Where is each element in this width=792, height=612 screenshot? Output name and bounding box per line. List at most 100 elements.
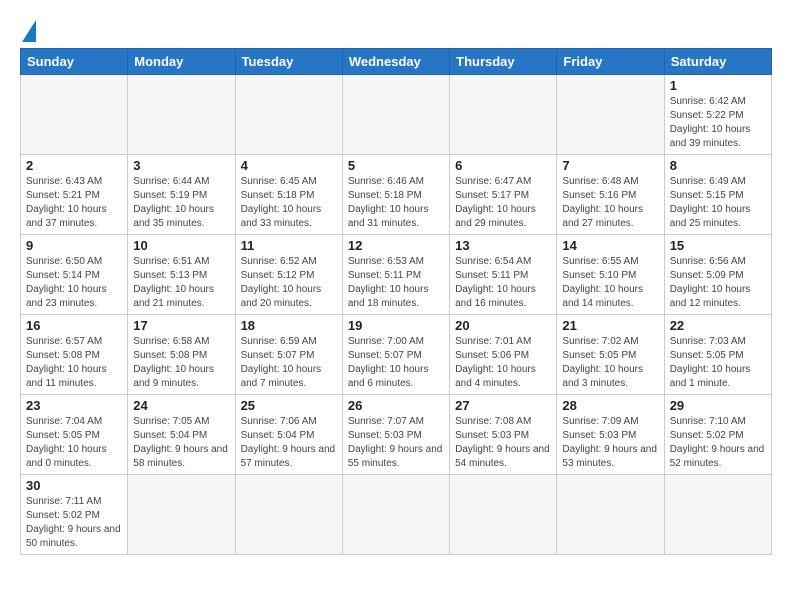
day-number: 1 [670,78,766,93]
calendar-day-cell: 6 Sunrise: 6:47 AM Sunset: 5:17 PM Daylig… [450,155,557,235]
weekday-header-friday: Friday [557,49,664,75]
calendar-week-row: 1 Sunrise: 6:42 AM Sunset: 5:22 PM Daylig… [21,75,772,155]
day-info: Sunrise: 6:59 AM Sunset: 5:07 PM Dayligh… [241,335,337,391]
day-number: 15 [670,238,766,253]
calendar-day-cell [128,75,235,155]
day-info: Sunrise: 7:03 AM Sunset: 5:05 PM Dayligh… [670,335,766,391]
calendar-day-cell: 19 Sunrise: 7:00 AM Sunset: 5:07 PM Dayli… [342,315,449,395]
day-info: Sunrise: 7:00 AM Sunset: 5:07 PM Dayligh… [348,335,444,391]
calendar-day-cell [664,475,771,555]
calendar-day-cell [450,75,557,155]
day-number: 10 [133,238,229,253]
calendar-day-cell: 5Sunrise: 6:46 AM Sunset: 5:18 PM Daylig… [342,155,449,235]
logo [20,16,36,40]
weekday-header-thursday: Thursday [450,49,557,75]
calendar-day-cell: 25 Sunrise: 7:06 AM Sunset: 5:04 PM Dayli… [235,395,342,475]
weekday-header-row: SundayMondayTuesdayWednesdayThursdayFrid… [21,49,772,75]
calendar-day-cell: 16 Sunrise: 6:57 AM Sunset: 5:08 PM Dayli… [21,315,128,395]
calendar-day-cell: 3Sunrise: 6:44 AM Sunset: 5:19 PM Daylig… [128,155,235,235]
calendar-day-cell: 13 Sunrise: 6:54 AM Sunset: 5:11 PM Dayli… [450,235,557,315]
day-info: Sunrise: 6:54 AM Sunset: 5:11 PM Dayligh… [455,255,551,311]
calendar-day-cell: 18 Sunrise: 6:59 AM Sunset: 5:07 PM Dayli… [235,315,342,395]
day-info: Sunrise: 7:08 AM Sunset: 5:03 PM Dayligh… [455,415,551,471]
calendar-day-cell: 15 Sunrise: 6:56 AM Sunset: 5:09 PM Dayli… [664,235,771,315]
day-info: Sunrise: 6:57 AM Sunset: 5:08 PM Dayligh… [26,335,122,391]
day-info: Sunrise: 7:05 AM Sunset: 5:04 PM Dayligh… [133,415,229,471]
weekday-header-sunday: Sunday [21,49,128,75]
day-number: 24 [133,398,229,413]
calendar-day-cell: 8 Sunrise: 6:49 AM Sunset: 5:15 PM Daylig… [664,155,771,235]
day-info: Sunrise: 6:56 AM Sunset: 5:09 PM Dayligh… [670,255,766,311]
day-number: 26 [348,398,444,413]
calendar-day-cell: 23 Sunrise: 7:04 AM Sunset: 5:05 PM Dayli… [21,395,128,475]
day-info: Sunrise: 6:58 AM Sunset: 5:08 PM Dayligh… [133,335,229,391]
day-number: 16 [26,318,122,333]
day-info: Sunrise: 6:49 AM Sunset: 5:15 PM Dayligh… [670,175,766,231]
calendar-day-cell: 17 Sunrise: 6:58 AM Sunset: 5:08 PM Dayli… [128,315,235,395]
day-number: 23 [26,398,122,413]
calendar-week-row: 2Sunrise: 6:43 AM Sunset: 5:21 PM Daylig… [21,155,772,235]
day-info: Sunrise: 7:06 AM Sunset: 5:04 PM Dayligh… [241,415,337,471]
weekday-header-saturday: Saturday [664,49,771,75]
day-number: 21 [562,318,658,333]
calendar-day-cell: 27 Sunrise: 7:08 AM Sunset: 5:03 PM Dayli… [450,395,557,475]
day-info: Sunrise: 6:53 AM Sunset: 5:11 PM Dayligh… [348,255,444,311]
calendar-week-row: 9 Sunrise: 6:50 AM Sunset: 5:14 PM Daylig… [21,235,772,315]
weekday-header-wednesday: Wednesday [342,49,449,75]
day-info: Sunrise: 6:46 AM Sunset: 5:18 PM Dayligh… [348,175,444,231]
day-info: Sunrise: 7:09 AM Sunset: 5:03 PM Dayligh… [562,415,658,471]
day-info: Sunrise: 6:47 AM Sunset: 5:17 PM Dayligh… [455,175,551,231]
day-info: Sunrise: 7:02 AM Sunset: 5:05 PM Dayligh… [562,335,658,391]
calendar-day-cell [235,75,342,155]
calendar-week-row: 16 Sunrise: 6:57 AM Sunset: 5:08 PM Dayli… [21,315,772,395]
day-number: 22 [670,318,766,333]
day-number: 28 [562,398,658,413]
calendar-day-cell: 4Sunrise: 6:45 AM Sunset: 5:18 PM Daylig… [235,155,342,235]
calendar-day-cell: 21 Sunrise: 7:02 AM Sunset: 5:05 PM Dayli… [557,315,664,395]
day-number: 7 [562,158,658,173]
calendar-day-cell [557,75,664,155]
calendar-day-cell: 20Sunrise: 7:01 AM Sunset: 5:06 PM Dayli… [450,315,557,395]
day-number: 9 [26,238,122,253]
day-number: 6 [455,158,551,173]
calendar-day-cell: 24 Sunrise: 7:05 AM Sunset: 5:04 PM Dayli… [128,395,235,475]
day-number: 4 [241,158,337,173]
day-info: Sunrise: 7:10 AM Sunset: 5:02 PM Dayligh… [670,415,766,471]
day-info: Sunrise: 7:04 AM Sunset: 5:05 PM Dayligh… [26,415,122,471]
day-number: 12 [348,238,444,253]
day-info: Sunrise: 6:52 AM Sunset: 5:12 PM Dayligh… [241,255,337,311]
calendar-day-cell: 29Sunrise: 7:10 AM Sunset: 5:02 PM Dayli… [664,395,771,475]
calendar-day-cell: 10 Sunrise: 6:51 AM Sunset: 5:13 PM Dayli… [128,235,235,315]
calendar-day-cell: 26Sunrise: 7:07 AM Sunset: 5:03 PM Dayli… [342,395,449,475]
calendar-day-cell: 30 Sunrise: 7:11 AM Sunset: 5:02 PM Dayli… [21,475,128,555]
day-number: 25 [241,398,337,413]
day-number: 2 [26,158,122,173]
calendar-day-cell: 11 Sunrise: 6:52 AM Sunset: 5:12 PM Dayli… [235,235,342,315]
day-number: 14 [562,238,658,253]
day-info: Sunrise: 6:51 AM Sunset: 5:13 PM Dayligh… [133,255,229,311]
day-number: 13 [455,238,551,253]
calendar-day-cell [557,475,664,555]
calendar-day-cell: 22 Sunrise: 7:03 AM Sunset: 5:05 PM Dayli… [664,315,771,395]
calendar-day-cell [128,475,235,555]
weekday-header-monday: Monday [128,49,235,75]
day-number: 30 [26,478,122,493]
calendar-day-cell: 9 Sunrise: 6:50 AM Sunset: 5:14 PM Daylig… [21,235,128,315]
calendar-table: SundayMondayTuesdayWednesdayThursdayFrid… [20,48,772,555]
day-number: 18 [241,318,337,333]
day-info: Sunrise: 6:42 AM Sunset: 5:22 PM Dayligh… [670,95,766,151]
calendar-day-cell: 1 Sunrise: 6:42 AM Sunset: 5:22 PM Daylig… [664,75,771,155]
day-number: 17 [133,318,229,333]
calendar-day-cell [235,475,342,555]
day-info: Sunrise: 6:55 AM Sunset: 5:10 PM Dayligh… [562,255,658,311]
day-info: Sunrise: 6:50 AM Sunset: 5:14 PM Dayligh… [26,255,122,311]
day-info: Sunrise: 7:11 AM Sunset: 5:02 PM Dayligh… [26,495,122,551]
day-number: 11 [241,238,337,253]
day-number: 20 [455,318,551,333]
day-number: 27 [455,398,551,413]
calendar-day-cell [342,475,449,555]
day-number: 3 [133,158,229,173]
day-number: 8 [670,158,766,173]
day-number: 19 [348,318,444,333]
calendar-day-cell: 7Sunrise: 6:48 AM Sunset: 5:16 PM Daylig… [557,155,664,235]
